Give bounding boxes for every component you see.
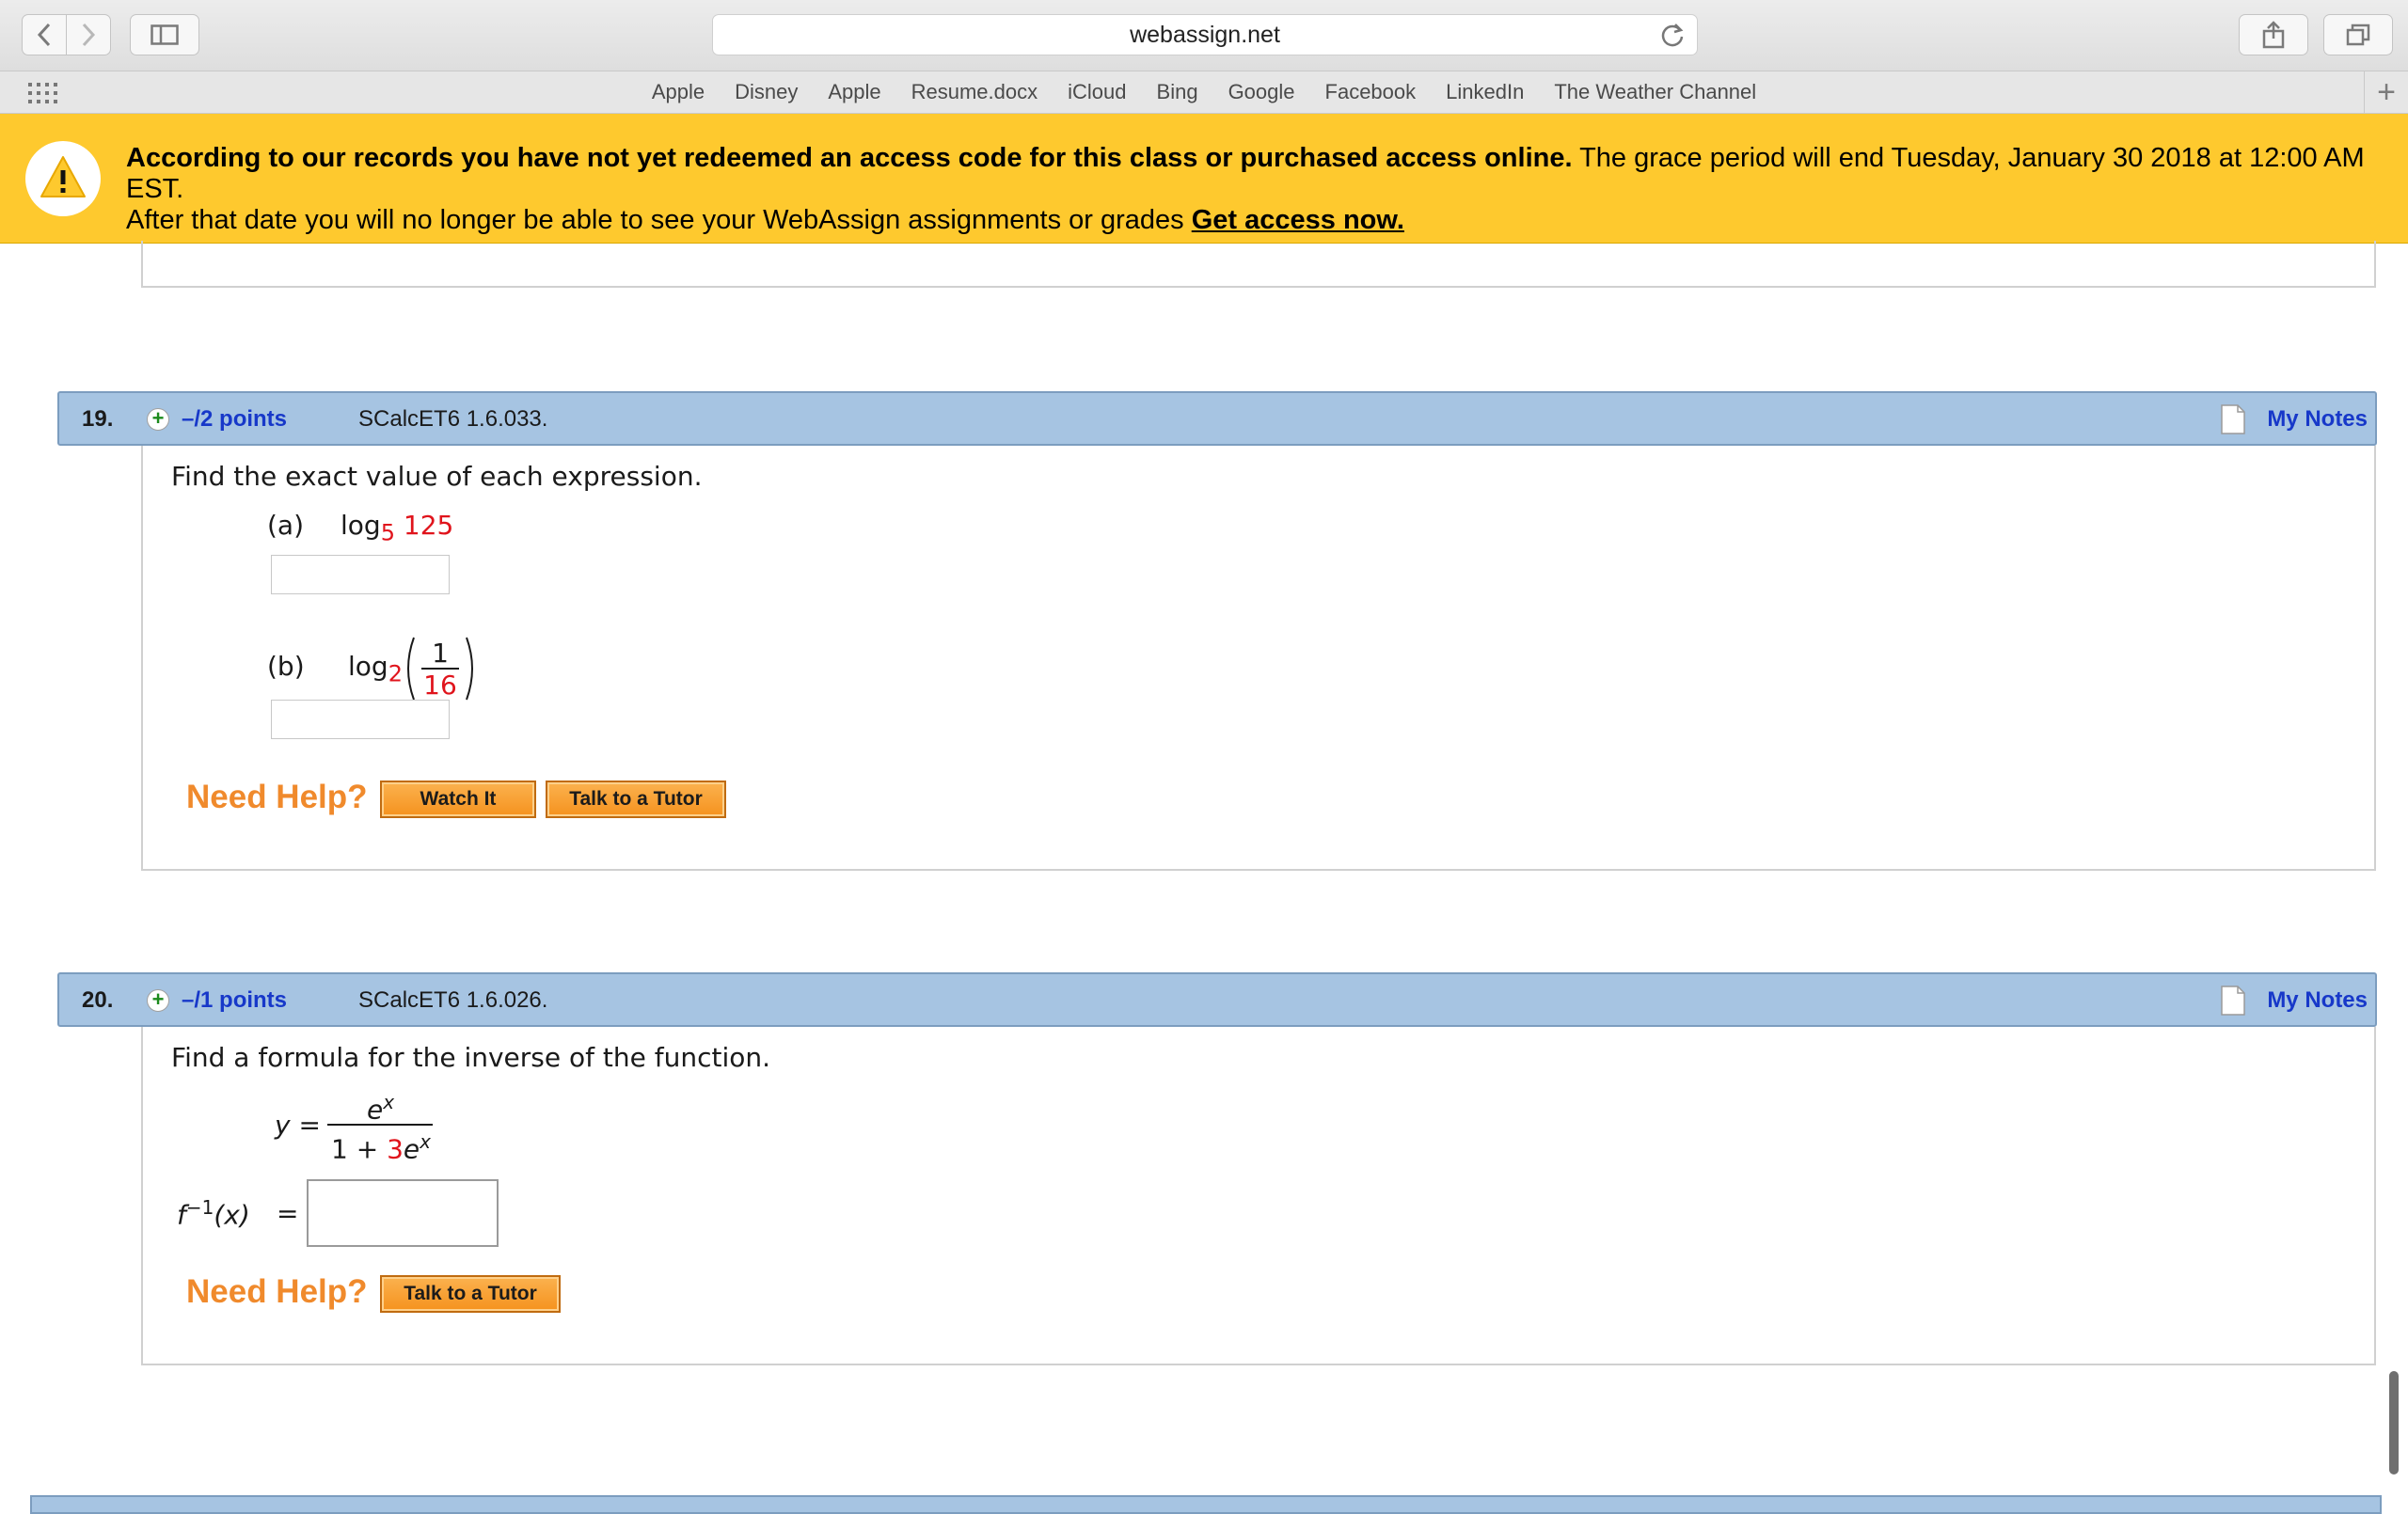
question-20-body: Find a formula for the inverse of the fu… (141, 1027, 2376, 1365)
log-argument: 125 (403, 510, 454, 541)
new-tab-button[interactable]: + (2364, 71, 2408, 113)
address-bar[interactable]: webassign.net (712, 14, 1698, 55)
favorite-link[interactable]: The Weather Channel (1539, 80, 1771, 104)
back-button[interactable] (22, 14, 67, 55)
part-a-answer-input[interactable] (271, 555, 450, 594)
question-prompt: Find a formula for the inverse of the fu… (171, 1042, 771, 1073)
favorite-link[interactable]: Apple (637, 80, 720, 104)
equals-sign: = (277, 1198, 299, 1229)
question-number: 20. (82, 987, 114, 1013)
watch-it-button[interactable]: Watch It (380, 781, 536, 818)
favorite-link[interactable]: Google (1213, 80, 1310, 104)
need-help-label: Need Help? (186, 779, 368, 815)
expand-plus-icon[interactable]: + (147, 989, 169, 1012)
part-a-expression: log5 125 (341, 510, 453, 546)
forward-button[interactable] (66, 14, 111, 55)
fraction-bar (327, 1124, 433, 1126)
scrollbar-thumb[interactable] (2389, 1371, 2399, 1475)
talk-to-tutor-button[interactable]: Talk to a Tutor (546, 781, 726, 818)
reload-icon[interactable] (1659, 22, 1686, 55)
my-notes-link[interactable]: My Notes (2267, 406, 2368, 433)
notes-icon[interactable] (2221, 986, 2245, 1020)
question-code: SCalcET6 1.6.033. (358, 406, 548, 432)
browser-toolbar: webassign.net (0, 0, 2408, 71)
part-b-label: (b) (267, 651, 305, 682)
expand-plus-icon[interactable]: + (147, 408, 169, 431)
favorite-link[interactable]: Bing (1142, 80, 1213, 104)
favorite-link[interactable]: Resume.docx (896, 80, 1054, 104)
question-prompt: Find the exact value of each expression. (171, 461, 703, 492)
tabs-icon (2346, 24, 2370, 46)
my-notes-link[interactable]: My Notes (2267, 987, 2368, 1014)
next-question-header (30, 1495, 2382, 1514)
chevron-right-icon (82, 23, 96, 47)
share-button[interactable] (2239, 14, 2308, 55)
log-base: 2 (388, 660, 403, 687)
favorite-link[interactable]: iCloud (1053, 80, 1141, 104)
banner-bold-text: According to our records you have not ye… (126, 143, 1573, 173)
need-help-label: Need Help? (186, 1273, 368, 1310)
favorite-link[interactable]: LinkedIn (1431, 80, 1539, 104)
question-points: –/1 points (182, 987, 288, 1013)
favorites-bar: Apple Disney Apple Resume.docx iCloud Bi… (0, 71, 2408, 114)
log-text: log (341, 510, 381, 541)
banner-text-after: After that date you will no longer be ab… (126, 205, 1192, 235)
function-numerator: ex (367, 1091, 395, 1126)
chevron-left-icon (37, 23, 51, 47)
url-text: webassign.net (1130, 21, 1280, 48)
tabs-overview-button[interactable] (2323, 14, 2393, 55)
question-points: –/2 points (182, 406, 288, 432)
sidebar-toggle-button[interactable] (130, 14, 199, 55)
question-number: 19. (82, 406, 114, 432)
function-denominator: 1 + 3ex (331, 1130, 431, 1165)
talk-to-tutor-button[interactable]: Talk to a Tutor (380, 1275, 561, 1313)
fraction-denominator: 16 (423, 670, 457, 701)
sidebar-icon (150, 24, 179, 45)
y-equals-label: y = (275, 1110, 321, 1141)
part-b-answer-input[interactable] (271, 700, 450, 739)
favorite-link[interactable]: Apple (813, 80, 895, 104)
favorite-link[interactable]: Disney (720, 80, 813, 104)
question-20-header: 20. + –/1 points SCalcET6 1.6.026. My No… (57, 972, 2377, 1027)
question-19-body: Find the exact value of each expression.… (141, 446, 2376, 871)
notes-icon[interactable] (2221, 404, 2245, 439)
favorites-links: Apple Disney Apple Resume.docx iCloud Bi… (0, 71, 2408, 113)
inverse-answer-input[interactable] (307, 1179, 499, 1247)
inverse-function-label: f−1(x) (177, 1196, 250, 1231)
get-access-link[interactable]: Get access now. (1192, 205, 1404, 235)
question-code: SCalcET6 1.6.026. (358, 987, 548, 1013)
question-19-header: 19. + –/2 points SCalcET6 1.6.033. My No… (57, 391, 2377, 446)
previous-question-card (141, 241, 2376, 288)
fraction-numerator: 1 (432, 638, 449, 669)
warning-icon (25, 141, 101, 216)
share-icon (2262, 21, 2285, 49)
part-b-log-text: log2 (348, 651, 403, 687)
banner-message: According to our records you have not ye… (126, 143, 2393, 236)
part-a-label: (a) (267, 510, 305, 541)
favorite-link[interactable]: Facebook (1310, 80, 1432, 104)
log-base: 5 (380, 519, 395, 546)
